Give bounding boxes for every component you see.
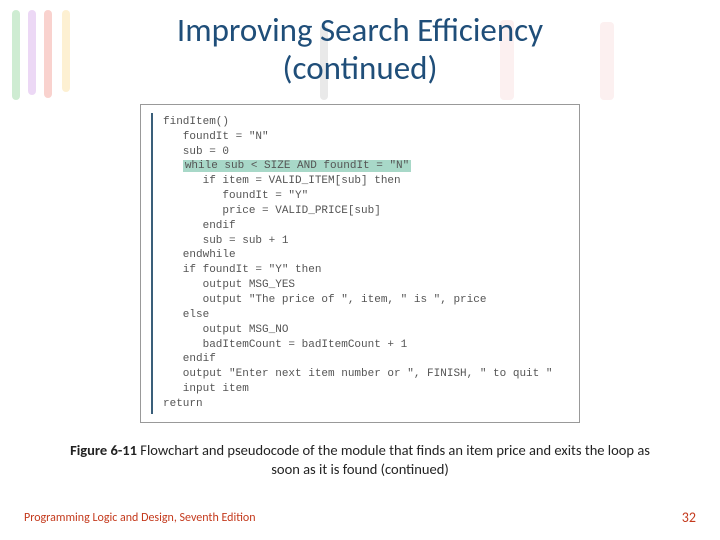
code-line: sub = 0 xyxy=(163,145,571,160)
slide-title-line2: (continued) xyxy=(0,50,720,88)
code-line: endif xyxy=(163,352,571,367)
pseudocode-box: findItem() foundIt = "N" sub = 0 while s… xyxy=(140,104,580,423)
footer-page-number: 32 xyxy=(682,509,696,526)
code-line: foundIt = "Y" xyxy=(163,189,571,204)
title-container: Improving Search Efficiency (continued) xyxy=(0,0,720,96)
code-line: output "The price of ", item, " is ", pr… xyxy=(163,293,571,308)
code-line: else xyxy=(163,308,571,323)
code-line: input item xyxy=(163,382,571,397)
code-line: endif xyxy=(163,219,571,234)
code-line-highlighted: while sub < SIZE AND foundIt = "N" xyxy=(163,159,571,174)
code-line: if foundIt = "Y" then xyxy=(163,263,571,278)
code-line: endwhile xyxy=(163,248,571,263)
figure-caption-text: Flowchart and pseudocode of the module t… xyxy=(137,441,650,478)
code-line: if item = VALID_ITEM[sub] then xyxy=(163,174,571,189)
footer-book-title: Programming Logic and Design, Seventh Ed… xyxy=(24,511,256,525)
code-line: findItem() xyxy=(163,115,571,130)
code-line: output "Enter next item number or ", FIN… xyxy=(163,367,571,382)
slide-title-line1: Improving Search Efficiency xyxy=(0,12,720,50)
code-line: output MSG_NO xyxy=(163,323,571,338)
figure-caption: Figure 6-11 Flowchart and pseudocode of … xyxy=(0,441,720,479)
code-line: sub = sub + 1 xyxy=(163,234,571,249)
code-line: return xyxy=(163,397,571,412)
figure-number: Figure 6-11 xyxy=(70,441,137,459)
pseudocode-content: findItem() foundIt = "N" sub = 0 while s… xyxy=(151,113,579,414)
slide-footer: Programming Logic and Design, Seventh Ed… xyxy=(0,509,720,526)
code-line: badItemCount = badItemCount + 1 xyxy=(163,338,571,353)
code-line: foundIt = "N" xyxy=(163,130,571,145)
code-line: output MSG_YES xyxy=(163,278,571,293)
code-line: price = VALID_PRICE[sub] xyxy=(163,204,571,219)
